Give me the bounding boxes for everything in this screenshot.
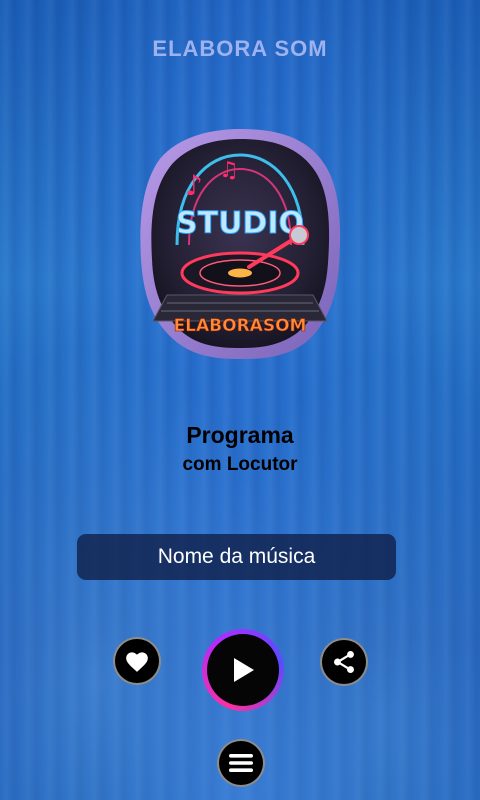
hamburger-menu-icon (228, 752, 254, 774)
svg-text:ELABORASOM: ELABORASOM (174, 316, 307, 336)
play-button-inner (207, 634, 279, 706)
menu-button[interactable] (217, 739, 265, 787)
share-button[interactable] (320, 638, 368, 686)
svg-text:♪: ♪ (185, 169, 203, 202)
play-button[interactable] (202, 629, 284, 711)
song-title: Nome da música (157, 545, 316, 568)
heart-icon (124, 649, 150, 673)
app-title: ELABORA SOM (152, 36, 328, 61)
program-title: Programa (186, 422, 294, 448)
favorite-button[interactable] (113, 637, 161, 685)
now-playing-song: Nome da música (77, 534, 396, 580)
svg-text:♫: ♫ (219, 158, 239, 183)
station-logo: ♪ ♫ STUDIO ELABORASOM (137, 125, 343, 361)
svg-text:STUDIO: STUDIO (176, 206, 304, 241)
program-subtitle: com Locutor (182, 454, 298, 475)
play-icon (230, 656, 256, 684)
share-icon (331, 649, 357, 675)
